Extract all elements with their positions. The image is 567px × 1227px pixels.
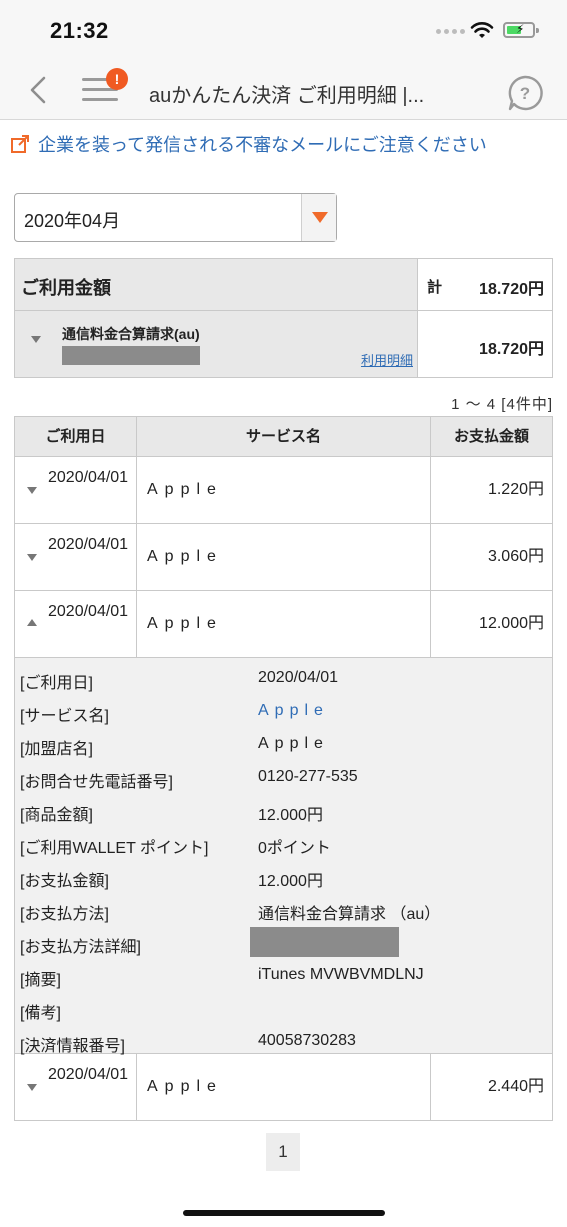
usage-detail-link[interactable]: 利用明細 bbox=[361, 350, 413, 369]
usage-detail-table: ご利用日 サービス名 お支払金額 2020/04/01 Apple 1.220円… bbox=[14, 416, 553, 1121]
row-date: 2020/04/01 bbox=[48, 1066, 129, 1083]
table-row[interactable]: 2020/04/01 Apple 2.440円 bbox=[15, 1054, 552, 1121]
pagination-page-1[interactable]: 1 bbox=[266, 1133, 300, 1171]
row-service: Apple bbox=[137, 524, 431, 590]
table-row[interactable]: 2020/04/01 Apple 3.060円 bbox=[15, 524, 552, 591]
table-header: ご利用日 サービス名 お支払金額 bbox=[15, 417, 552, 457]
summary-item-amount: 18.720円 bbox=[479, 341, 544, 358]
detail-value: 0ポイント bbox=[258, 840, 331, 857]
wifi-icon bbox=[470, 22, 494, 38]
svg-text:?: ? bbox=[520, 84, 530, 103]
page-title: auかんたん決済 ご利用明細 |... bbox=[149, 85, 425, 107]
row-amount: 3.060円 bbox=[487, 548, 544, 565]
detail-value: 12.000円 bbox=[258, 873, 323, 890]
usage-summary-table: ご利用金額 計 18.720円 通信料金合算請求(au) 利用明細 18.720… bbox=[14, 258, 553, 378]
phishing-warning-link[interactable]: 企業を装って発信される不審なメールにご注意ください bbox=[10, 131, 487, 157]
expand-triangle-icon bbox=[27, 487, 37, 494]
external-link-icon bbox=[11, 135, 29, 153]
header-service: サービス名 bbox=[137, 417, 431, 456]
detail-label: [決済情報番号] bbox=[20, 1038, 125, 1055]
row-date: 2020/04/01 bbox=[48, 469, 129, 486]
row-amount: 1.220円 bbox=[487, 481, 544, 498]
row-service: Apple bbox=[137, 591, 431, 657]
table-row[interactable]: 2020/04/01 Apple 1.220円 bbox=[15, 457, 552, 524]
cellular-signal-icon bbox=[436, 29, 465, 34]
header-amount: お支払金額 bbox=[453, 428, 529, 445]
row-date: 2020/04/01 bbox=[48, 536, 129, 553]
month-select-toggle[interactable] bbox=[301, 194, 336, 241]
row-date: 2020/04/01 bbox=[48, 603, 129, 620]
status-time: 21:32 bbox=[50, 18, 109, 43]
month-select-value: 2020年04月 bbox=[24, 211, 121, 231]
warning-text: 企業を装って発信される不審なメールにご注意ください bbox=[38, 135, 487, 155]
detail-label: [備考] bbox=[20, 1005, 61, 1022]
redacted-block bbox=[62, 346, 200, 365]
detail-value: 2020/04/01 bbox=[258, 669, 339, 686]
result-count: 1 ～ 4 [4件中] bbox=[451, 396, 553, 413]
detail-value: Apple bbox=[258, 735, 329, 752]
back-chevron-icon[interactable] bbox=[26, 74, 52, 106]
header-date: ご利用日 bbox=[15, 417, 137, 456]
detail-label: [お支払方法] bbox=[20, 906, 109, 923]
row-service: Apple bbox=[137, 457, 431, 523]
summary-item-toggle[interactable]: 通信料金合算請求(au) 利用明細 bbox=[15, 311, 418, 377]
total-amount: 18.720円 bbox=[479, 281, 544, 298]
row-service: Apple bbox=[137, 1054, 431, 1120]
month-select[interactable]: 2020年04月 bbox=[14, 193, 337, 242]
home-indicator bbox=[183, 1210, 385, 1216]
detail-value: 12.000円 bbox=[258, 807, 323, 824]
detail-label: [加盟店名] bbox=[20, 741, 93, 758]
detail-label: [商品金額] bbox=[20, 807, 93, 824]
battery-icon: ⚡ bbox=[503, 22, 539, 38]
summary-item-label: 通信料金合算請求(au) bbox=[62, 326, 200, 342]
row-amount: 2.440円 bbox=[487, 1078, 544, 1095]
detail-label: [お支払方法詳細] bbox=[20, 939, 141, 956]
dropdown-arrow-icon bbox=[312, 212, 328, 223]
help-icon[interactable]: ? bbox=[506, 74, 544, 112]
expand-triangle-icon bbox=[27, 554, 37, 561]
collapse-triangle-icon bbox=[27, 619, 37, 626]
detail-label: [お問合せ先電話番号] bbox=[20, 774, 173, 791]
detail-label: [ご利用日] bbox=[20, 675, 93, 692]
detail-value: 0120-277-535 bbox=[258, 768, 358, 785]
detail-value: 通信料金合算請求 （au） bbox=[258, 906, 441, 923]
detail-label: [お支払金額] bbox=[20, 873, 109, 890]
expand-triangle-icon bbox=[27, 1084, 37, 1091]
table-row-expanded[interactable]: 2020/04/01 Apple 12.000円 bbox=[15, 591, 552, 658]
service-name-link[interactable]: Apple bbox=[258, 702, 329, 720]
nav-bar: ! auかんたん決済 ご利用明細 |... ? bbox=[0, 62, 567, 120]
row-amount: 12.000円 bbox=[479, 615, 544, 632]
detail-value: 40058730283 bbox=[258, 1032, 356, 1049]
detail-label: [サービス名] bbox=[20, 708, 109, 725]
expand-triangle-icon bbox=[31, 336, 41, 343]
detail-label: [ご利用WALLET ポイント] bbox=[20, 840, 209, 857]
detail-label: [摘要] bbox=[20, 972, 61, 989]
notification-badge: ! bbox=[106, 68, 128, 90]
detail-value: iTunes MVWBVMDLNJ bbox=[258, 966, 424, 983]
status-bar: 21:32 ⚡ bbox=[0, 0, 567, 62]
redacted-block bbox=[250, 927, 399, 957]
transaction-detail-panel: [ご利用日] 2020/04/01 [サービス名] Apple [加盟店名] Appl… bbox=[15, 658, 552, 1055]
summary-title: ご利用金額 bbox=[21, 278, 111, 298]
total-prefix: 計 bbox=[427, 279, 443, 296]
